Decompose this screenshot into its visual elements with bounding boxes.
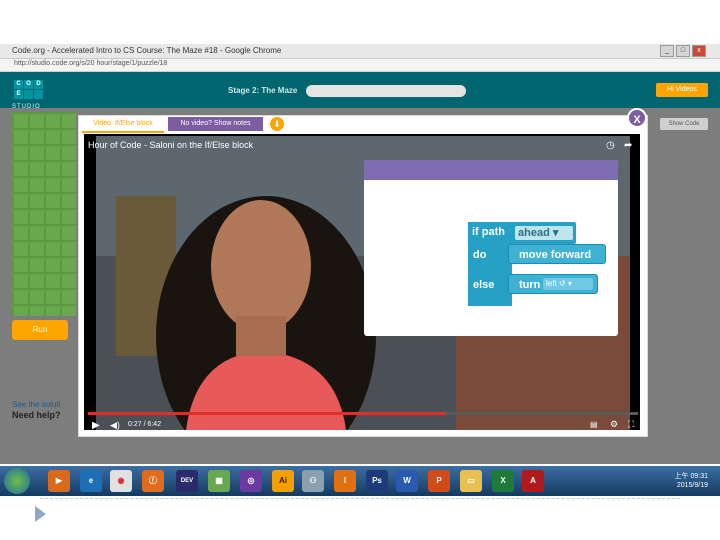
start-button[interactable] (4, 468, 30, 494)
move-forward-block: move forward (508, 244, 606, 264)
close-window-button[interactable]: x (692, 45, 706, 57)
seek-progress (88, 412, 446, 415)
internet-explorer-icon[interactable]: e (80, 470, 102, 492)
browser-title-bar: Code.org - Accelerated Intro to CS Cours… (0, 44, 720, 59)
folder-icon[interactable]: ▭ (460, 470, 482, 492)
url-text: http://studio.code.org/s/20 hour/stage/1… (14, 60, 168, 67)
window-title: Code.org - Accelerated Intro to CS Cours… (12, 46, 282, 55)
codeorg-logo[interactable]: C O D E (14, 80, 43, 99)
ifelse-block-foot (468, 294, 512, 304)
media-player-icon[interactable]: ▶ (48, 470, 70, 492)
maze-grid (12, 112, 76, 316)
chrome-icon[interactable]: ◉ (110, 470, 132, 492)
logo-letter: C (14, 80, 23, 89)
firefox-icon[interactable]: ⓕ (142, 470, 164, 492)
slide-divider (40, 498, 680, 499)
captions-icon[interactable]: ▤ (590, 420, 598, 429)
clock-date: 2015/9/19 (676, 482, 708, 489)
time-display: 0:27 / 6:42 (128, 421, 162, 428)
show-code-button[interactable]: Show Code (660, 118, 708, 130)
studio-label: STUDIO (12, 104, 41, 110)
header-videos-button[interactable]: Hi Videos (656, 83, 708, 97)
dev-tool-icon[interactable]: DEV (176, 470, 198, 492)
excel-icon[interactable]: X (492, 470, 514, 492)
need-help-heading: Need help? (12, 410, 61, 420)
ahead-dropdown: ahead ▾ (515, 226, 573, 240)
logo-letter: E (14, 90, 23, 99)
stage-progress-bar[interactable] (306, 85, 466, 97)
clock-time: 上午 09:31 (674, 473, 708, 480)
network-icon[interactable]: ⚇ (302, 470, 324, 492)
blockly-card-header (364, 160, 618, 180)
tab-video[interactable]: Video: If/Else block (82, 117, 164, 133)
video-title: Hour of Code - Saloni on the If/Else blo… (88, 140, 254, 150)
taskbar-clock[interactable]: 上午 09:31 2015/9/19 (660, 472, 708, 490)
stage-title: Stage 2: The Maze (228, 86, 298, 95)
else-label: else (473, 279, 495, 291)
logo-letter: D (34, 80, 43, 89)
run-button[interactable]: Run (12, 320, 68, 340)
windows-taskbar (0, 466, 720, 496)
download-icon[interactable]: ⬇ (270, 117, 284, 131)
minimize-button[interactable]: _ (660, 45, 674, 57)
maximize-button[interactable]: □ (676, 45, 690, 57)
fullscreen-icon[interactable]: ⛶ (628, 419, 634, 430)
see-solution-link[interactable]: See the soluti (12, 400, 60, 409)
share-icon[interactable]: ➦ (624, 140, 632, 151)
do-label: do (473, 249, 487, 261)
volume-icon[interactable]: ◀) (110, 420, 120, 431)
if-path-label: if path (472, 226, 505, 238)
turn-label: turn (519, 279, 541, 291)
powerpoint-icon[interactable]: P (428, 470, 450, 492)
logo-letter: O (24, 80, 33, 89)
illustrator-icon[interactable]: Ai (272, 470, 294, 492)
settings-gear-icon[interactable]: ⚙ (610, 419, 618, 430)
logo-letter (24, 90, 33, 99)
close-modal-button[interactable]: X (627, 108, 647, 128)
word-icon[interactable]: W (396, 470, 418, 492)
acrobat-icon[interactable]: A (522, 470, 544, 492)
windows-store-icon[interactable]: ▦ (208, 470, 230, 492)
slide-bullet-arrow-icon (35, 506, 46, 522)
play-icon[interactable]: ▶ (92, 420, 100, 431)
tab-show-notes[interactable]: No video? Show notes (168, 117, 263, 131)
media-center-icon[interactable]: ◎ (240, 470, 262, 492)
watch-later-icon[interactable]: ◷ (606, 140, 615, 151)
install-icon[interactable]: I (334, 470, 356, 492)
logo-letter (34, 90, 43, 99)
turn-direction-dropdown: left ↺ ▾ (543, 278, 593, 290)
address-bar[interactable]: http://studio.code.org/s/20 hour/stage/1… (0, 59, 720, 72)
photoshop-icon[interactable]: Ps (366, 470, 388, 492)
